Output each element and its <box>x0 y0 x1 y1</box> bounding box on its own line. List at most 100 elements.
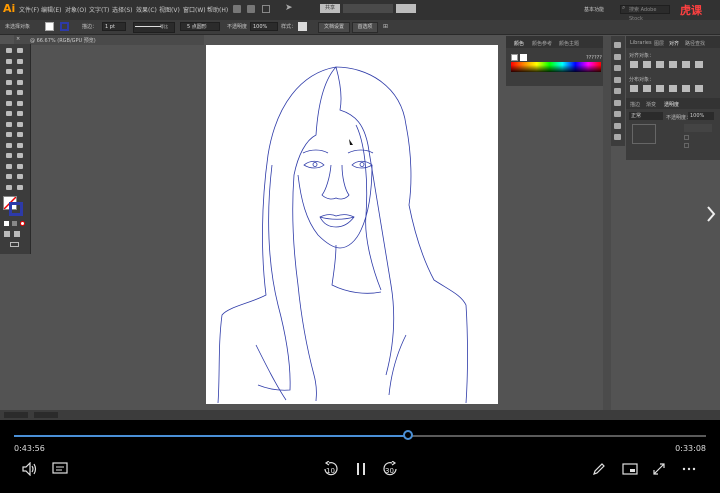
tab-layers[interactable]: 图层 <box>654 40 664 47</box>
tool-button[interactable] <box>5 68 13 75</box>
tool-button[interactable] <box>16 47 24 54</box>
make-mask-button[interactable] <box>684 124 712 132</box>
menu-window[interactable]: 窗口(W) <box>183 5 206 14</box>
menu-view[interactable]: 视图(V) <box>159 5 180 14</box>
pen-icon[interactable] <box>592 462 606 476</box>
draw-mode-icon[interactable] <box>4 231 10 237</box>
tool-button[interactable] <box>16 110 24 117</box>
tool-button[interactable] <box>5 121 13 128</box>
hex-value[interactable]: ?????? <box>586 55 602 61</box>
align-button[interactable] <box>656 85 664 92</box>
stroke-weight-field[interactable]: 1 pt <box>102 22 126 31</box>
stock-search-input[interactable]: 搜索 Adobe Stock <box>620 5 670 22</box>
tool-button[interactable] <box>5 47 13 54</box>
tool-button[interactable] <box>16 79 24 86</box>
draw-behind-icon[interactable] <box>14 231 20 237</box>
tool-button[interactable] <box>16 173 24 180</box>
panel-shortcut-icon[interactable] <box>614 99 621 106</box>
preferences-button[interactable]: 首选项 <box>352 22 378 33</box>
subtitles-icon[interactable] <box>52 462 68 476</box>
tab-color-themes[interactable]: 颜色主题 <box>559 40 579 47</box>
panel-shortcut-icon[interactable] <box>614 88 621 94</box>
menu-select[interactable]: 选择(S) <box>112 5 133 14</box>
tool-button[interactable] <box>16 152 24 159</box>
panel-shortcut-icon[interactable] <box>614 42 621 48</box>
align-button[interactable] <box>656 61 664 68</box>
align-button[interactable] <box>682 85 690 92</box>
tab-color[interactable]: 颜色 <box>514 40 524 47</box>
arrange-button[interactable] <box>396 4 416 13</box>
stroke-profile-select[interactable] <box>133 22 175 33</box>
tool-button[interactable] <box>16 163 24 170</box>
panel-shortcut-icon[interactable] <box>614 76 621 83</box>
menu-effect[interactable]: 效果(C) <box>136 5 157 14</box>
tool-button[interactable] <box>5 173 13 180</box>
stroke-color-icon[interactable] <box>9 202 23 216</box>
tool-button[interactable] <box>5 58 13 65</box>
menu-edit[interactable]: 编辑(E) <box>41 5 61 14</box>
picture-in-picture-icon[interactable] <box>622 462 638 476</box>
tab-align[interactable]: 对齐 <box>669 40 679 47</box>
tool-button[interactable] <box>5 142 13 149</box>
clip-checkbox[interactable] <box>684 135 689 140</box>
seek-handle[interactable] <box>403 430 414 440</box>
tab-libraries[interactable]: Libraries <box>630 40 652 46</box>
workspace-switcher[interactable]: 基本功能 <box>584 6 604 13</box>
document-tab[interactable]: × @ 66.67% (RGB/GPU 预览) <box>14 35 204 45</box>
chevron-right-icon[interactable] <box>704 204 718 224</box>
align-button[interactable] <box>695 85 703 92</box>
screen-mode-icon[interactable] <box>10 242 19 247</box>
close-icon[interactable]: × <box>16 36 20 42</box>
align-button[interactable] <box>669 61 677 68</box>
menu-help[interactable]: 帮助(H) <box>207 5 228 14</box>
menu-file[interactable]: 文件(F) <box>19 5 39 14</box>
color-fill-swatch[interactable] <box>511 54 518 61</box>
tool-button[interactable] <box>5 100 13 107</box>
volume-icon[interactable] <box>22 462 38 476</box>
tab-color-guide[interactable]: 颜色参考 <box>532 40 552 47</box>
transparency-opacity-field[interactable]: 100% <box>688 112 714 120</box>
brush-select[interactable]: 5 点圆形 <box>180 22 220 31</box>
tool-button[interactable] <box>5 131 13 138</box>
blend-mode-select[interactable]: 正常 <box>629 112 663 120</box>
opacity-field[interactable]: 100% <box>250 22 278 31</box>
tool-button[interactable] <box>5 110 13 117</box>
bridge-icon[interactable] <box>233 5 241 13</box>
tool-button[interactable] <box>16 89 24 96</box>
tool-button[interactable] <box>16 68 24 75</box>
align-button[interactable] <box>669 85 677 92</box>
stroke-swatch[interactable] <box>60 22 69 31</box>
more-options-icon[interactable] <box>682 467 696 471</box>
pause-icon[interactable] <box>355 462 367 476</box>
artboard-navigator[interactable] <box>34 412 58 418</box>
panel-shortcut-icon[interactable] <box>614 122 621 129</box>
tool-button[interactable] <box>5 152 13 159</box>
tab-transparency[interactable]: 透明度 <box>664 101 679 108</box>
share-options[interactable] <box>343 4 393 13</box>
gradient-mode-icon[interactable] <box>12 221 17 226</box>
panel-shortcut-icon[interactable] <box>614 53 621 60</box>
align-button[interactable] <box>643 85 651 92</box>
align-button[interactable] <box>695 61 703 68</box>
tool-button[interactable] <box>5 184 13 191</box>
document-setup-button[interactable]: 文档设置 <box>318 22 350 33</box>
arrange-documents-icon[interactable]: ⊞ <box>383 23 388 30</box>
panel-shortcut-icon[interactable] <box>614 134 621 140</box>
stock-icon[interactable] <box>247 5 255 13</box>
none-mode-icon[interactable] <box>20 221 25 226</box>
align-button[interactable] <box>682 61 690 68</box>
align-button[interactable] <box>630 61 638 68</box>
invert-mask-checkbox[interactable] <box>684 143 689 148</box>
tool-button[interactable] <box>5 79 13 86</box>
panel-shortcut-icon[interactable] <box>614 111 621 117</box>
zoom-field[interactable] <box>4 412 28 418</box>
panel-scrollbar[interactable] <box>603 36 611 420</box>
share-button[interactable]: 共享 <box>320 4 340 13</box>
arrange-icon[interactable] <box>262 5 270 13</box>
tool-button[interactable] <box>16 100 24 107</box>
tool-button[interactable] <box>16 131 24 138</box>
tool-button[interactable] <box>16 121 24 128</box>
send-icon[interactable]: ➤ <box>285 3 293 13</box>
align-button[interactable] <box>643 61 651 68</box>
fullscreen-icon[interactable] <box>652 462 666 476</box>
